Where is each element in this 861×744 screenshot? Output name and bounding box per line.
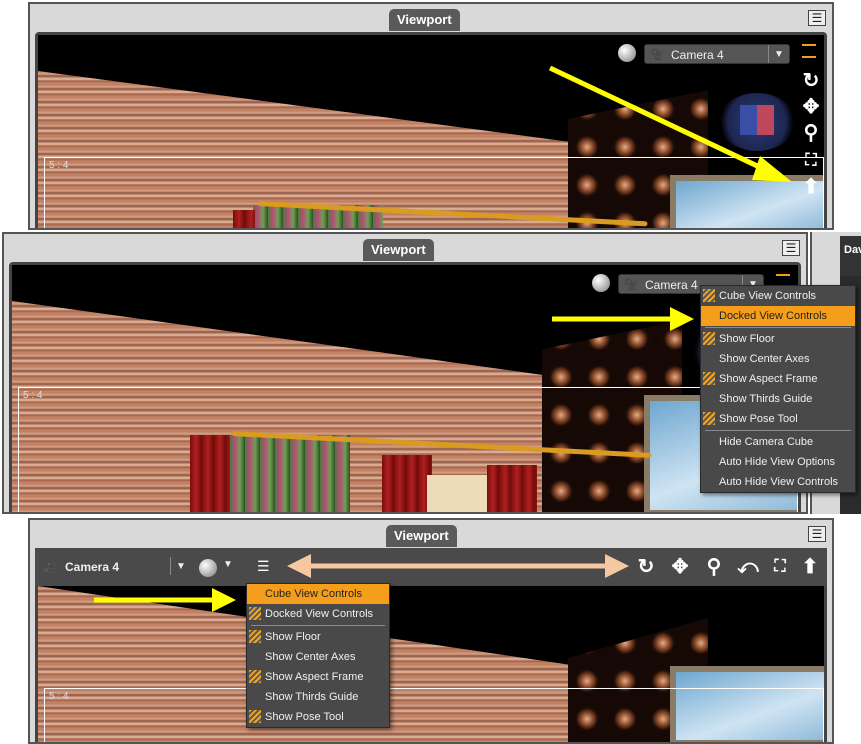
camera-icon: 🎥 <box>43 560 58 574</box>
camera-select[interactable]: 🎥 Camera 4 ▼ <box>39 557 191 577</box>
side-tab[interactable]: Dav <box>840 236 861 276</box>
viewport-tab[interactable]: Viewport <box>389 9 460 31</box>
pan-icon[interactable]: ✥ <box>800 97 822 117</box>
frame-icon[interactable]: ⛶ <box>769 557 791 577</box>
orbit-icon[interactable]: ↻ <box>635 557 657 577</box>
menu-item-label: Auto Hide View Options <box>719 456 835 468</box>
checkmark-icon <box>703 289 715 302</box>
menu-item-label: Docked View Controls <box>265 608 374 620</box>
menu-item-label: Show Center Axes <box>265 651 356 663</box>
menu-item-label: Auto Hide View Controls <box>719 476 839 488</box>
checkmark-icon <box>249 630 261 643</box>
aspect-label: 5 : 4 <box>49 691 69 702</box>
aspect-label: 5 : 4 <box>49 160 69 171</box>
menu-item-label: Show Floor <box>265 631 321 643</box>
viewport-tab[interactable]: Viewport <box>386 525 457 547</box>
menu-item[interactable]: Show Thirds Guide <box>247 687 389 707</box>
home-icon[interactable]: ⬆ <box>799 557 821 577</box>
menu-item[interactable]: Show Aspect Frame <box>247 667 389 687</box>
menu-item[interactable]: Cube View Controls <box>247 584 389 604</box>
menu-item[interactable]: Show Pose Tool <box>701 409 855 429</box>
menu-item[interactable]: Show Floor <box>701 329 855 349</box>
menu-item[interactable]: Docked View Controls <box>247 604 389 624</box>
chevron-down-icon[interactable]: ▼ <box>223 559 233 570</box>
menu-item-label: Show Center Axes <box>719 353 810 365</box>
menu-item[interactable]: Show Center Axes <box>247 647 389 667</box>
menu-item[interactable]: Hide Camera Cube <box>701 432 855 452</box>
camera-icon: 🎥 <box>649 48 664 62</box>
menu-item-label: Show Aspect Frame <box>265 671 364 683</box>
zoom-icon[interactable]: ⚲ <box>703 557 725 577</box>
scene-icon[interactable] <box>199 559 217 577</box>
menu-item[interactable]: Show Pose Tool <box>247 707 389 727</box>
viewport-canvas[interactable]: 5 : 4 🎥 Camera 4 ▼ <box>12 265 798 512</box>
menu-item-label: Cube View Controls <box>719 290 817 302</box>
viewport-canvas[interactable]: 5 : 4 🎥 Camera 4 ▼ ↻ ✥ ⚲ ⛶ ⬆ <box>38 35 824 228</box>
viewport-panel-middle: Viewport ☰ 5 : 4 🎥 Camera 4 ▼ <box>2 232 808 514</box>
frame-icon[interactable]: ⛶ <box>800 151 822 171</box>
camera-select[interactable]: 🎥 Camera 4 ▼ <box>644 44 790 64</box>
menu-item-label: Show Thirds Guide <box>265 691 359 703</box>
menu-item-label: Show Pose Tool <box>265 711 344 723</box>
view-options-icon[interactable] <box>802 44 816 58</box>
scene-icon[interactable] <box>618 44 636 62</box>
menu-item-label: Show Floor <box>719 333 775 345</box>
viewport-frame: 🎥 Camera 4 ▼ ▼ ☰ ↻ ✥ ⚲ ⤺ ⛶ ⬆ 5 : 4 <box>35 548 827 742</box>
panel-menu-icon[interactable]: ☰ <box>808 10 826 26</box>
pan-icon[interactable]: ✥ <box>669 557 691 577</box>
menu-item[interactable]: Auto Hide View Options <box>701 452 855 472</box>
viewport-canvas[interactable]: 5 : 4 <box>38 586 824 742</box>
orbit-icon[interactable]: ↻ <box>800 71 822 91</box>
menu-item[interactable]: Docked View Controls <box>701 306 855 326</box>
checkmark-icon <box>703 372 715 385</box>
view-options-menu: Cube View Controls Docked View Controls Sh… <box>700 285 856 493</box>
chevron-down-icon: ▼ <box>170 557 191 575</box>
checkmark-icon <box>703 412 715 425</box>
panel-menu-icon[interactable]: ☰ <box>782 240 800 256</box>
menu-item-label: Show Aspect Frame <box>719 373 818 385</box>
chevron-down-icon: ▼ <box>768 45 789 63</box>
menu-item[interactable]: Auto Hide View Controls <box>701 472 855 492</box>
panel-menu-icon[interactable]: ☰ <box>808 526 826 542</box>
aspect-frame: 5 : 4 <box>18 387 798 512</box>
scene-icon[interactable] <box>592 274 610 292</box>
camera-label: Camera 4 <box>645 278 698 292</box>
menu-item[interactable]: Show Floor <box>247 627 389 647</box>
checkmark-icon <box>249 670 261 683</box>
menu-item[interactable]: Show Aspect Frame <box>701 369 855 389</box>
menu-item-label: Show Thirds Guide <box>719 393 813 405</box>
aspect-frame: 5 : 4 <box>44 688 824 742</box>
viewport-panel-top: Viewport ☰ 5 : 4 🎥 Camera 4 ▼ ↻ ✥ ⚲ ⛶ ⬆ <box>28 2 834 230</box>
view-options-menu-docked: Cube View Controls Docked View Controls Sh… <box>246 583 390 728</box>
menu-item-label: Show Pose Tool <box>719 413 798 425</box>
menu-separator <box>705 327 851 328</box>
checkmark-icon <box>703 332 715 345</box>
checkmark-icon <box>249 607 261 620</box>
roll-icon[interactable]: ⤺ <box>737 557 759 577</box>
menu-item[interactable]: Show Thirds Guide <box>701 389 855 409</box>
menu-item[interactable]: Cube View Controls <box>701 286 855 306</box>
camera-icon: 🎥 <box>623 278 638 292</box>
docked-toolbar: 🎥 Camera 4 ▼ ▼ ☰ ↻ ✥ ⚲ ⤺ ⛶ ⬆ <box>35 548 827 586</box>
menu-item-label: Cube View Controls <box>265 588 363 600</box>
menu-item-label: Hide Camera Cube <box>719 436 814 448</box>
menu-item-label: Docked View Controls <box>719 310 828 322</box>
menu-separator <box>251 625 385 626</box>
home-icon[interactable]: ⬆ <box>800 177 822 197</box>
menu-separator <box>705 430 851 431</box>
view-options-icon[interactable]: ☰ <box>257 558 270 575</box>
zoom-icon[interactable]: ⚲ <box>800 123 822 143</box>
checkmark-icon <box>249 710 261 723</box>
camera-label: Camera 4 <box>671 48 724 62</box>
viewport-frame: 5 : 4 🎥 Camera 4 ▼ <box>9 262 801 512</box>
camera-cube[interactable] <box>718 93 796 151</box>
menu-item[interactable]: Show Center Axes <box>701 349 855 369</box>
viewport-tab[interactable]: Viewport <box>363 239 434 261</box>
viewport-panel-bottom: Viewport ☰ 🎥 Camera 4 ▼ ▼ ☰ ↻ ✥ ⚲ ⤺ ⛶ ⬆ <box>28 518 834 744</box>
aspect-label: 5 : 4 <box>23 390 43 401</box>
camera-label: Camera 4 <box>65 560 120 574</box>
viewport-frame: 5 : 4 🎥 Camera 4 ▼ ↻ ✥ ⚲ ⛶ ⬆ <box>35 32 827 228</box>
aspect-frame: 5 : 4 <box>44 157 824 228</box>
